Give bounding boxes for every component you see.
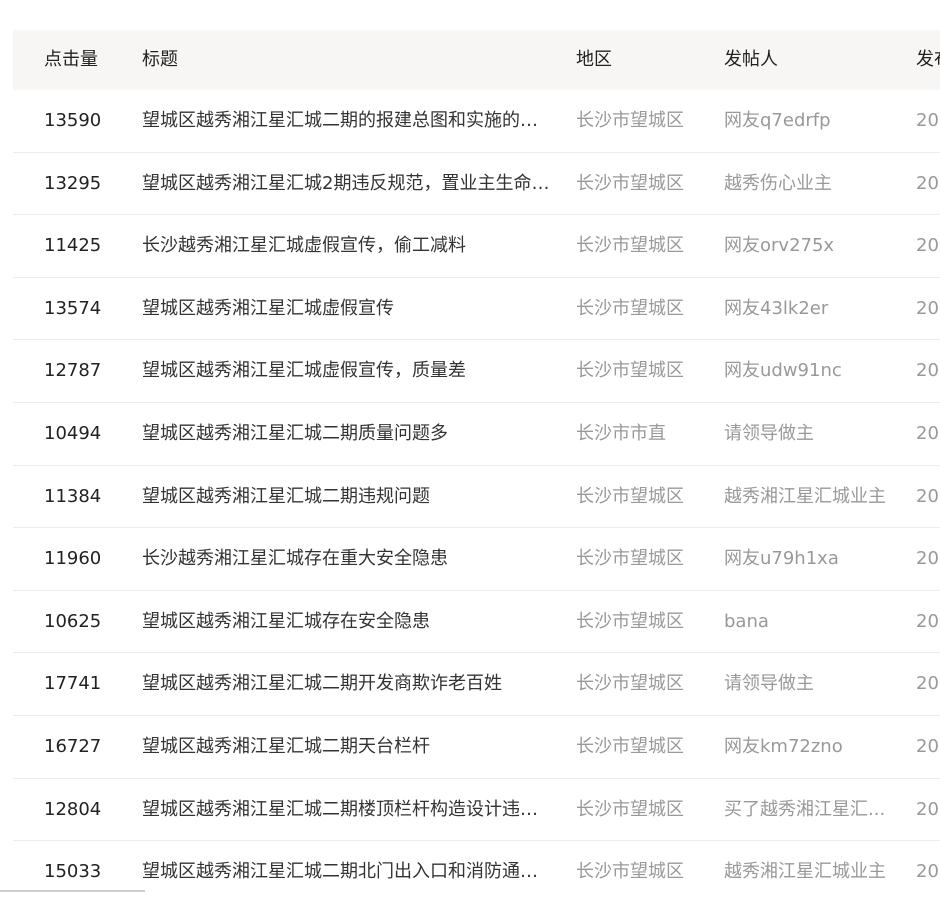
cell-date: 202 [916, 172, 940, 194]
cell-date: 202 [916, 235, 940, 257]
cell-poster: 网友udw91nc [724, 360, 842, 382]
cell-date: 202 [916, 610, 940, 632]
cell-poster: 网友43lk2er [724, 297, 829, 319]
cell-title[interactable]: 望城区越秀湘江星汇城二期质量问题多 [142, 403, 554, 465]
cell-clicks: 13574 [44, 297, 102, 319]
cell-clicks: 16727 [44, 735, 102, 757]
cell-title[interactable]: 望城区越秀湘江星汇城二期楼顶栏杆构造设计违反... [142, 779, 554, 841]
header-clicks[interactable]: 点击量 [44, 30, 98, 90]
cell-title[interactable]: 望城区越秀湘江星汇城存在安全隐患 [142, 591, 554, 653]
cell-region: 长沙市望城区 [576, 735, 684, 757]
cell-title[interactable]: 望城区越秀湘江星汇城2期违反规范，置业主生命安... [142, 153, 554, 215]
cell-poster: 买了越秀湘江星汇... [724, 798, 886, 820]
cell-poster: 网友q7edrfp [724, 110, 831, 131]
table-row[interactable]: 17741 望城区越秀湘江星汇城二期开发商欺诈老百姓长沙市望城区 请领导做主 202 [13, 653, 940, 716]
cell-poster: 网友orv275x [724, 235, 835, 257]
posts-table: 点击量 标题 地区 发帖人 发布 13590 望城区越秀湘江星汇城二期的报建总图和… [13, 30, 940, 904]
cell-region: 长沙市望城区 [576, 110, 684, 131]
header-region: 地区 [576, 49, 612, 70]
table-row[interactable]: 11425 长沙越秀湘江星汇城虚假宣传，偷工减料 长沙市望城区 网友orv275x 20… [13, 215, 940, 278]
header-title: 标题 [142, 49, 178, 70]
cell-date: 202 [916, 297, 940, 319]
table-row[interactable]: 13590 望城区越秀湘江星汇城二期的报建总图和实施的车... 长沙市望城区 网友q7… [13, 90, 940, 153]
cell-poster: 请领导做主 [724, 673, 814, 695]
cell-region: 长沙市望城区 [576, 297, 684, 319]
table-row[interactable]: 10625 望城区越秀湘江星汇城存在安全隐患长沙市望城区 bana 202 [13, 591, 940, 654]
cell-clicks: 15033 [44, 861, 102, 883]
header-date[interactable]: 发布 [916, 30, 940, 90]
cell-date: 202 [916, 861, 940, 883]
cell-clicks: 10625 [44, 610, 102, 632]
table-row[interactable]: 15033 望城区越秀湘江星汇城二期北门出入口和消防通道... 长沙市望城区 越秀湘江… [13, 841, 940, 904]
cell-date: 202 [916, 422, 940, 444]
cell-region: 长沙市望城区 [576, 360, 684, 382]
table-row[interactable]: 12787 望城区越秀湘江星汇城虚假宣传，质量差 长沙市望城区 网友udw91nc 20… [13, 340, 940, 403]
cell-title[interactable]: 望城区越秀湘江星汇城二期开发商欺诈老百姓 [142, 653, 554, 715]
cell-region: 长沙市望城区 [576, 861, 684, 883]
cell-region: 长沙市市直 [576, 422, 666, 444]
cell-clicks: 11960 [44, 548, 102, 570]
cell-clicks: 12804 [44, 798, 102, 820]
cell-region: 长沙市望城区 [576, 485, 684, 507]
cell-title[interactable]: 长沙越秀湘江星汇城虚假宣传，偷工减料 [142, 215, 554, 277]
cell-date: 202 [916, 735, 940, 757]
cell-region: 长沙市望城区 [576, 172, 684, 194]
cell-poster: 越秀伤心业主 [724, 172, 832, 194]
cell-poster: 越秀湘江星汇城业主 [724, 861, 886, 883]
cell-title[interactable]: 望城区越秀湘江星汇城二期天台栏杆 [142, 716, 554, 778]
cell-region: 长沙市望城区 [576, 235, 684, 257]
cell-date: 202 [916, 798, 940, 820]
cell-title[interactable]: 望城区越秀湘江星汇城虚假宣传 [142, 278, 554, 340]
table-row[interactable]: 13295 望城区越秀湘江星汇城2期违反规范，置业主生命安... 长沙市望城区 越秀伤… [13, 153, 940, 216]
cell-title[interactable]: 望城区越秀湘江星汇城二期违规问题 [142, 466, 554, 528]
cell-date: 202 [916, 548, 940, 570]
cell-region: 长沙市望城区 [576, 798, 684, 820]
cell-date: 202 [916, 360, 940, 382]
table-row[interactable]: 10494 望城区越秀湘江星汇城二期质量问题多长沙市市直 请领导做主 202 [13, 403, 940, 466]
cell-poster: 网友u79h1xa [724, 548, 839, 570]
cell-poster: 网友km72zno [724, 735, 843, 757]
cell-title[interactable]: 望城区越秀湘江星汇城虚假宣传，质量差 [142, 340, 554, 402]
table-row[interactable]: 16727 望城区越秀湘江星汇城二期天台栏杆长沙市望城区 网友km72zno 202 [13, 716, 940, 779]
table-row[interactable]: 12804 望城区越秀湘江星汇城二期楼顶栏杆构造设计违反... 长沙市望城区 买了越秀… [13, 779, 940, 842]
table-header: 点击量 标题 地区 发帖人 发布 [13, 30, 940, 90]
cell-region: 长沙市望城区 [576, 610, 684, 632]
cell-clicks: 17741 [44, 673, 102, 695]
cell-title[interactable]: 望城区越秀湘江星汇城二期的报建总图和实施的车... [142, 90, 554, 152]
cell-clicks: 11425 [44, 235, 102, 257]
table-body: 13590 望城区越秀湘江星汇城二期的报建总图和实施的车... 长沙市望城区 网友q7… [13, 90, 940, 904]
cell-date: 202 [916, 673, 940, 695]
table-row[interactable]: 11384 望城区越秀湘江星汇城二期违规问题长沙市望城区 越秀湘江星汇城业主 202 [13, 466, 940, 529]
cell-date: 202 [916, 485, 940, 507]
cell-poster: 越秀湘江星汇城业主 [724, 485, 886, 507]
cell-region: 长沙市望城区 [576, 673, 684, 695]
cell-title[interactable]: 望城区越秀湘江星汇城二期北门出入口和消防通道... [142, 841, 554, 903]
table-row[interactable]: 13574 望城区越秀湘江星汇城虚假宣传长沙市望城区 网友43lk2er 202 [13, 278, 940, 341]
header-poster: 发帖人 [724, 49, 778, 70]
cell-region: 长沙市望城区 [576, 548, 684, 570]
cell-clicks: 10494 [44, 422, 102, 444]
cell-clicks: 13590 [44, 110, 102, 131]
cell-title[interactable]: 长沙越秀湘江星汇城存在重大安全隐患 [142, 528, 554, 590]
cell-clicks: 11384 [44, 485, 102, 507]
cell-date: 202 [916, 110, 940, 131]
cell-poster: 请领导做主 [724, 422, 814, 444]
cell-clicks: 12787 [44, 360, 102, 382]
table-row[interactable]: 11960 长沙越秀湘江星汇城存在重大安全隐患长沙市望城区 网友u79h1xa 202 [13, 528, 940, 591]
cell-clicks: 13295 [44, 172, 102, 194]
cell-poster: bana [724, 610, 769, 632]
